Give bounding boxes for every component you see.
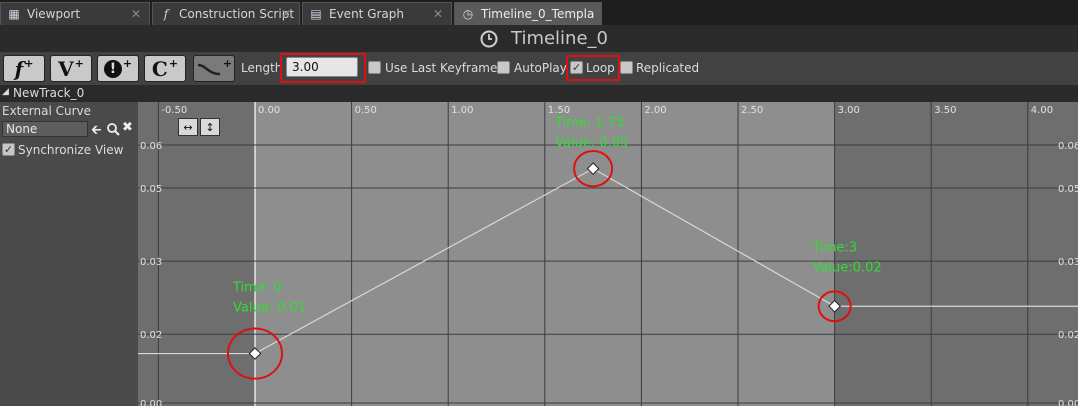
graph-icon: ▤ — [310, 7, 322, 21]
clear-icon[interactable]: ✖ — [122, 120, 133, 135]
clock-icon: ◷ — [462, 7, 474, 21]
y-tick-label-left: 0.05 — [140, 184, 162, 195]
tab-label: Construction Script — [179, 7, 295, 21]
x-tick-label: 2.50 — [741, 105, 763, 116]
x-tick-label: 1.00 — [451, 105, 473, 116]
curve-icon — [197, 63, 220, 75]
add-float-track-button[interactable]: f + — [3, 55, 45, 82]
y-tick-label-left: 0.00 — [140, 399, 162, 406]
x-tick-label: 1.50 — [548, 105, 570, 116]
x-tick-label: 0.50 — [355, 105, 377, 116]
key-value-label: Value: 0.01 — [233, 301, 306, 316]
tab-label: Timeline_0_Templa — [481, 7, 595, 21]
x-tick-label: 0.00 — [258, 105, 280, 116]
track-name: NewTrack_0 — [13, 86, 85, 100]
tab-event-graph[interactable]: ▤ Event Graph ✕ — [302, 2, 452, 25]
autoplay-checkbox[interactable] — [497, 61, 510, 74]
y-tick-label-right: 0.00 — [1058, 399, 1078, 406]
x-tick-label: 3.00 — [838, 105, 860, 116]
loop-checkbox[interactable]: ✓ — [570, 61, 583, 74]
page-title: Timeline_0 — [511, 28, 608, 49]
add-event-track-button[interactable]: ! + — [97, 55, 139, 82]
tab-construction-script[interactable]: f Construction Script ✕ — [152, 2, 300, 25]
key-value-label: Value:0.02 — [813, 260, 882, 275]
tab-label: Event Graph — [329, 7, 404, 21]
close-icon[interactable]: ✕ — [281, 7, 291, 21]
y-tick-label-right: 0.06 — [1058, 141, 1078, 152]
track-header[interactable] — [0, 85, 1078, 102]
function-icon: f — [163, 7, 169, 21]
key-value-label: Value: 0.05 — [555, 136, 628, 151]
fit-vertical-button[interactable]: ↕ — [200, 118, 220, 136]
external-curve-field[interactable]: None — [2, 121, 88, 137]
grid-icon: ▦ — [8, 7, 20, 21]
key-time-label: Time:3 — [812, 240, 857, 255]
use-last-keyframe-label: Use Last Keyframe? — [385, 61, 504, 75]
browse-search-icon[interactable] — [106, 122, 120, 136]
curve-graph[interactable]: -0.50 0.00 0.50 1.00 1.50 2.00 2.50 3.00 3.50 4.0… — [138, 102, 1078, 406]
x-tick-label: 4.00 — [1031, 105, 1053, 116]
length-label: Length — [241, 61, 283, 75]
loop-label: Loop — [586, 61, 615, 75]
event-icon: ! — [103, 59, 122, 78]
close-icon[interactable]: ✕ — [433, 7, 443, 21]
x-tick-label: 3.50 — [934, 105, 956, 116]
fit-vertical-icon: ↕ — [205, 120, 215, 134]
synchronize-view-checkbox[interactable]: ✓ — [2, 143, 15, 156]
y-tick-label-right: 0.02 — [1058, 330, 1078, 341]
synchronize-view-label: Synchronize View — [18, 143, 124, 157]
y-tick-label-right: 0.05 — [1058, 184, 1078, 195]
autoplay-label: AutoPlay — [514, 61, 567, 75]
collapse-arrow-icon[interactable]: ◢ — [2, 87, 9, 97]
key-time-label: Time: 1.75 — [554, 116, 624, 131]
replicated-label: Replicated — [636, 61, 700, 75]
fit-horizontal-button[interactable]: ↔ — [178, 118, 198, 136]
tab-timeline[interactable]: ◷ Timeline_0_Templa — [454, 2, 602, 25]
y-tick-label-left: 0.02 — [140, 330, 162, 341]
y-tick-label-right: 0.03 — [1058, 257, 1078, 268]
x-tick-label: 2.00 — [644, 105, 666, 116]
use-selected-arrow-icon[interactable]: 🡰 — [91, 121, 102, 143]
tab-label: Viewport — [27, 7, 81, 21]
add-color-track-button[interactable]: C + — [144, 55, 186, 82]
length-input[interactable]: 3.00 — [286, 57, 358, 77]
x-tick-label: -0.50 — [161, 105, 187, 116]
close-icon[interactable]: ✕ — [131, 7, 141, 21]
add-vector-track-button[interactable]: V + — [50, 55, 92, 82]
clock-icon — [480, 30, 498, 48]
y-tick-label-left: 0.03 — [140, 257, 162, 268]
add-external-curve-button[interactable]: + — [193, 55, 235, 82]
y-tick-label-left: 0.06 — [140, 141, 162, 152]
tab-viewport[interactable]: ▦ Viewport ✕ — [0, 2, 150, 25]
external-curve-label: External Curve — [2, 104, 92, 118]
key-time-label: Time: 0 — [232, 281, 282, 296]
replicated-checkbox[interactable] — [620, 61, 633, 74]
use-last-keyframe-checkbox[interactable] — [368, 61, 381, 74]
fit-horizontal-icon: ↔ — [183, 120, 193, 134]
